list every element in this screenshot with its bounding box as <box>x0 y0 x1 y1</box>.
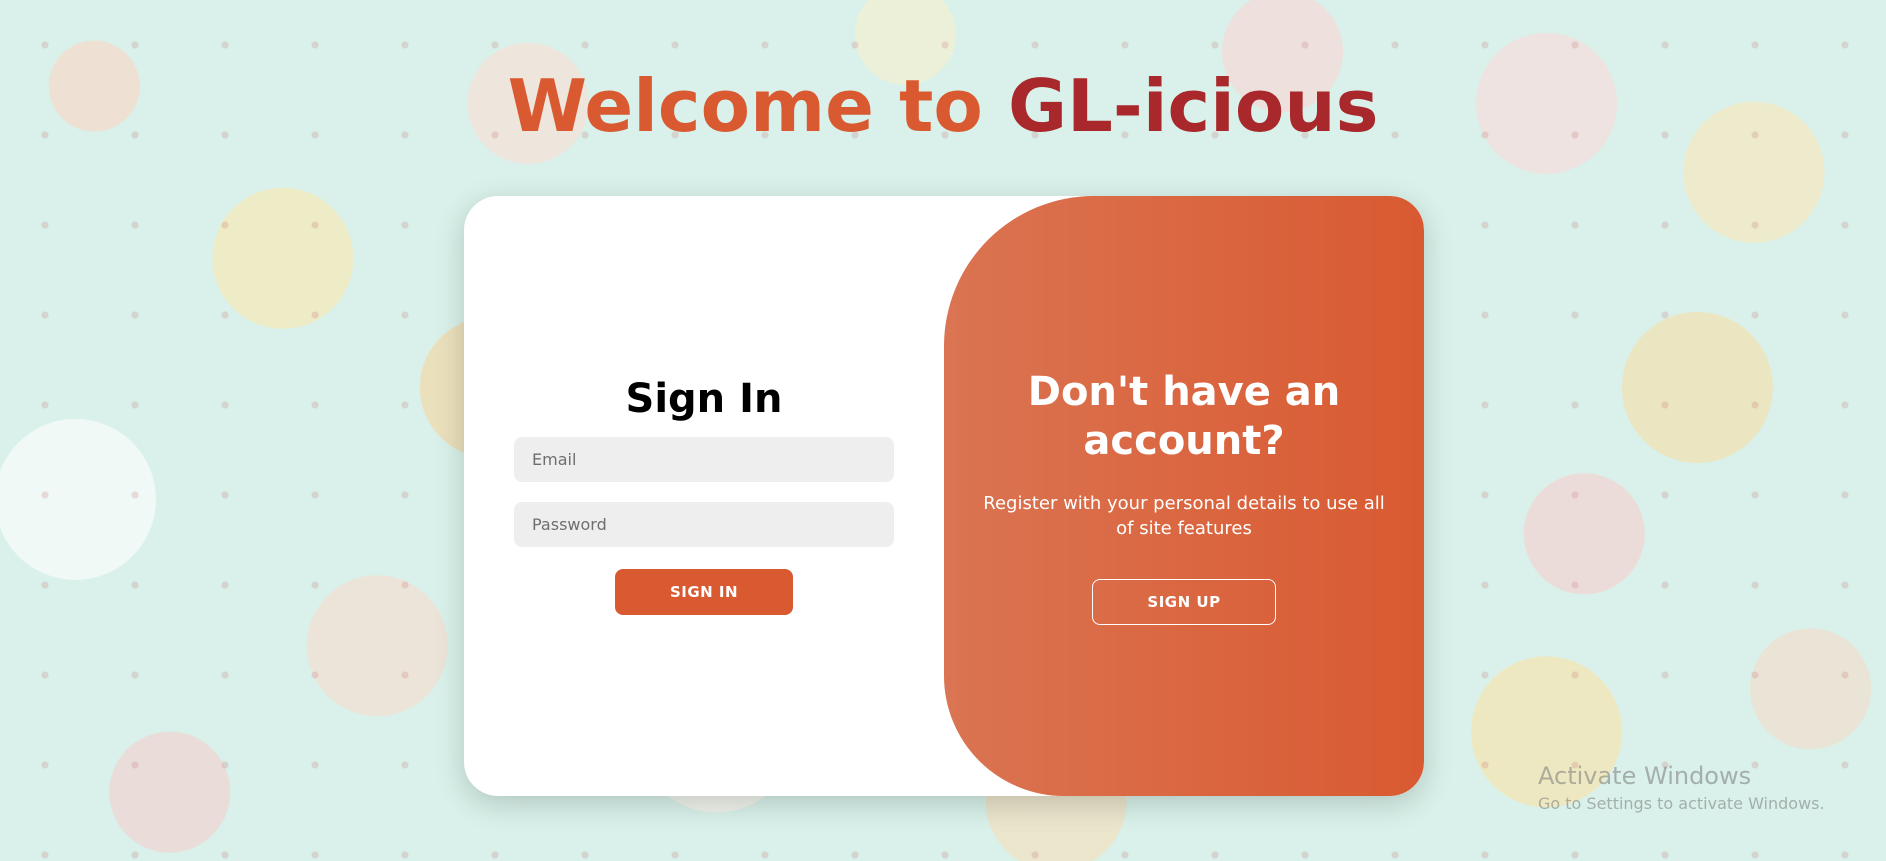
page-title-welcome: Welcome to <box>507 64 983 148</box>
sign-in-form: Sign In SIGN IN <box>464 196 944 796</box>
watermark-title: Activate Windows <box>1538 762 1752 790</box>
sign-up-description: Register with your personal details to u… <box>983 493 1385 539</box>
password-input[interactable] <box>514 502 894 547</box>
sign-up-button[interactable]: SIGN UP <box>1092 579 1276 625</box>
page-title-brand: GL-icious <box>1007 64 1379 148</box>
sign-up-heading: Don't have an account? <box>1027 369 1341 464</box>
sign-in-button[interactable]: SIGN IN <box>615 569 793 615</box>
sign-in-heading: Sign In <box>625 376 783 422</box>
watermark-subtitle: Go to Settings to activate Windows. <box>1538 794 1825 813</box>
sign-up-panel: Don't have an account? Register with you… <box>944 196 1424 796</box>
activate-windows-watermark: Activate Windows Go to Settings to activ… <box>1538 762 1825 813</box>
page-title: Welcome to GL-icious <box>0 64 1886 148</box>
email-input[interactable] <box>514 437 894 482</box>
auth-card: Sign In SIGN IN Don't have an account? R… <box>464 196 1424 796</box>
